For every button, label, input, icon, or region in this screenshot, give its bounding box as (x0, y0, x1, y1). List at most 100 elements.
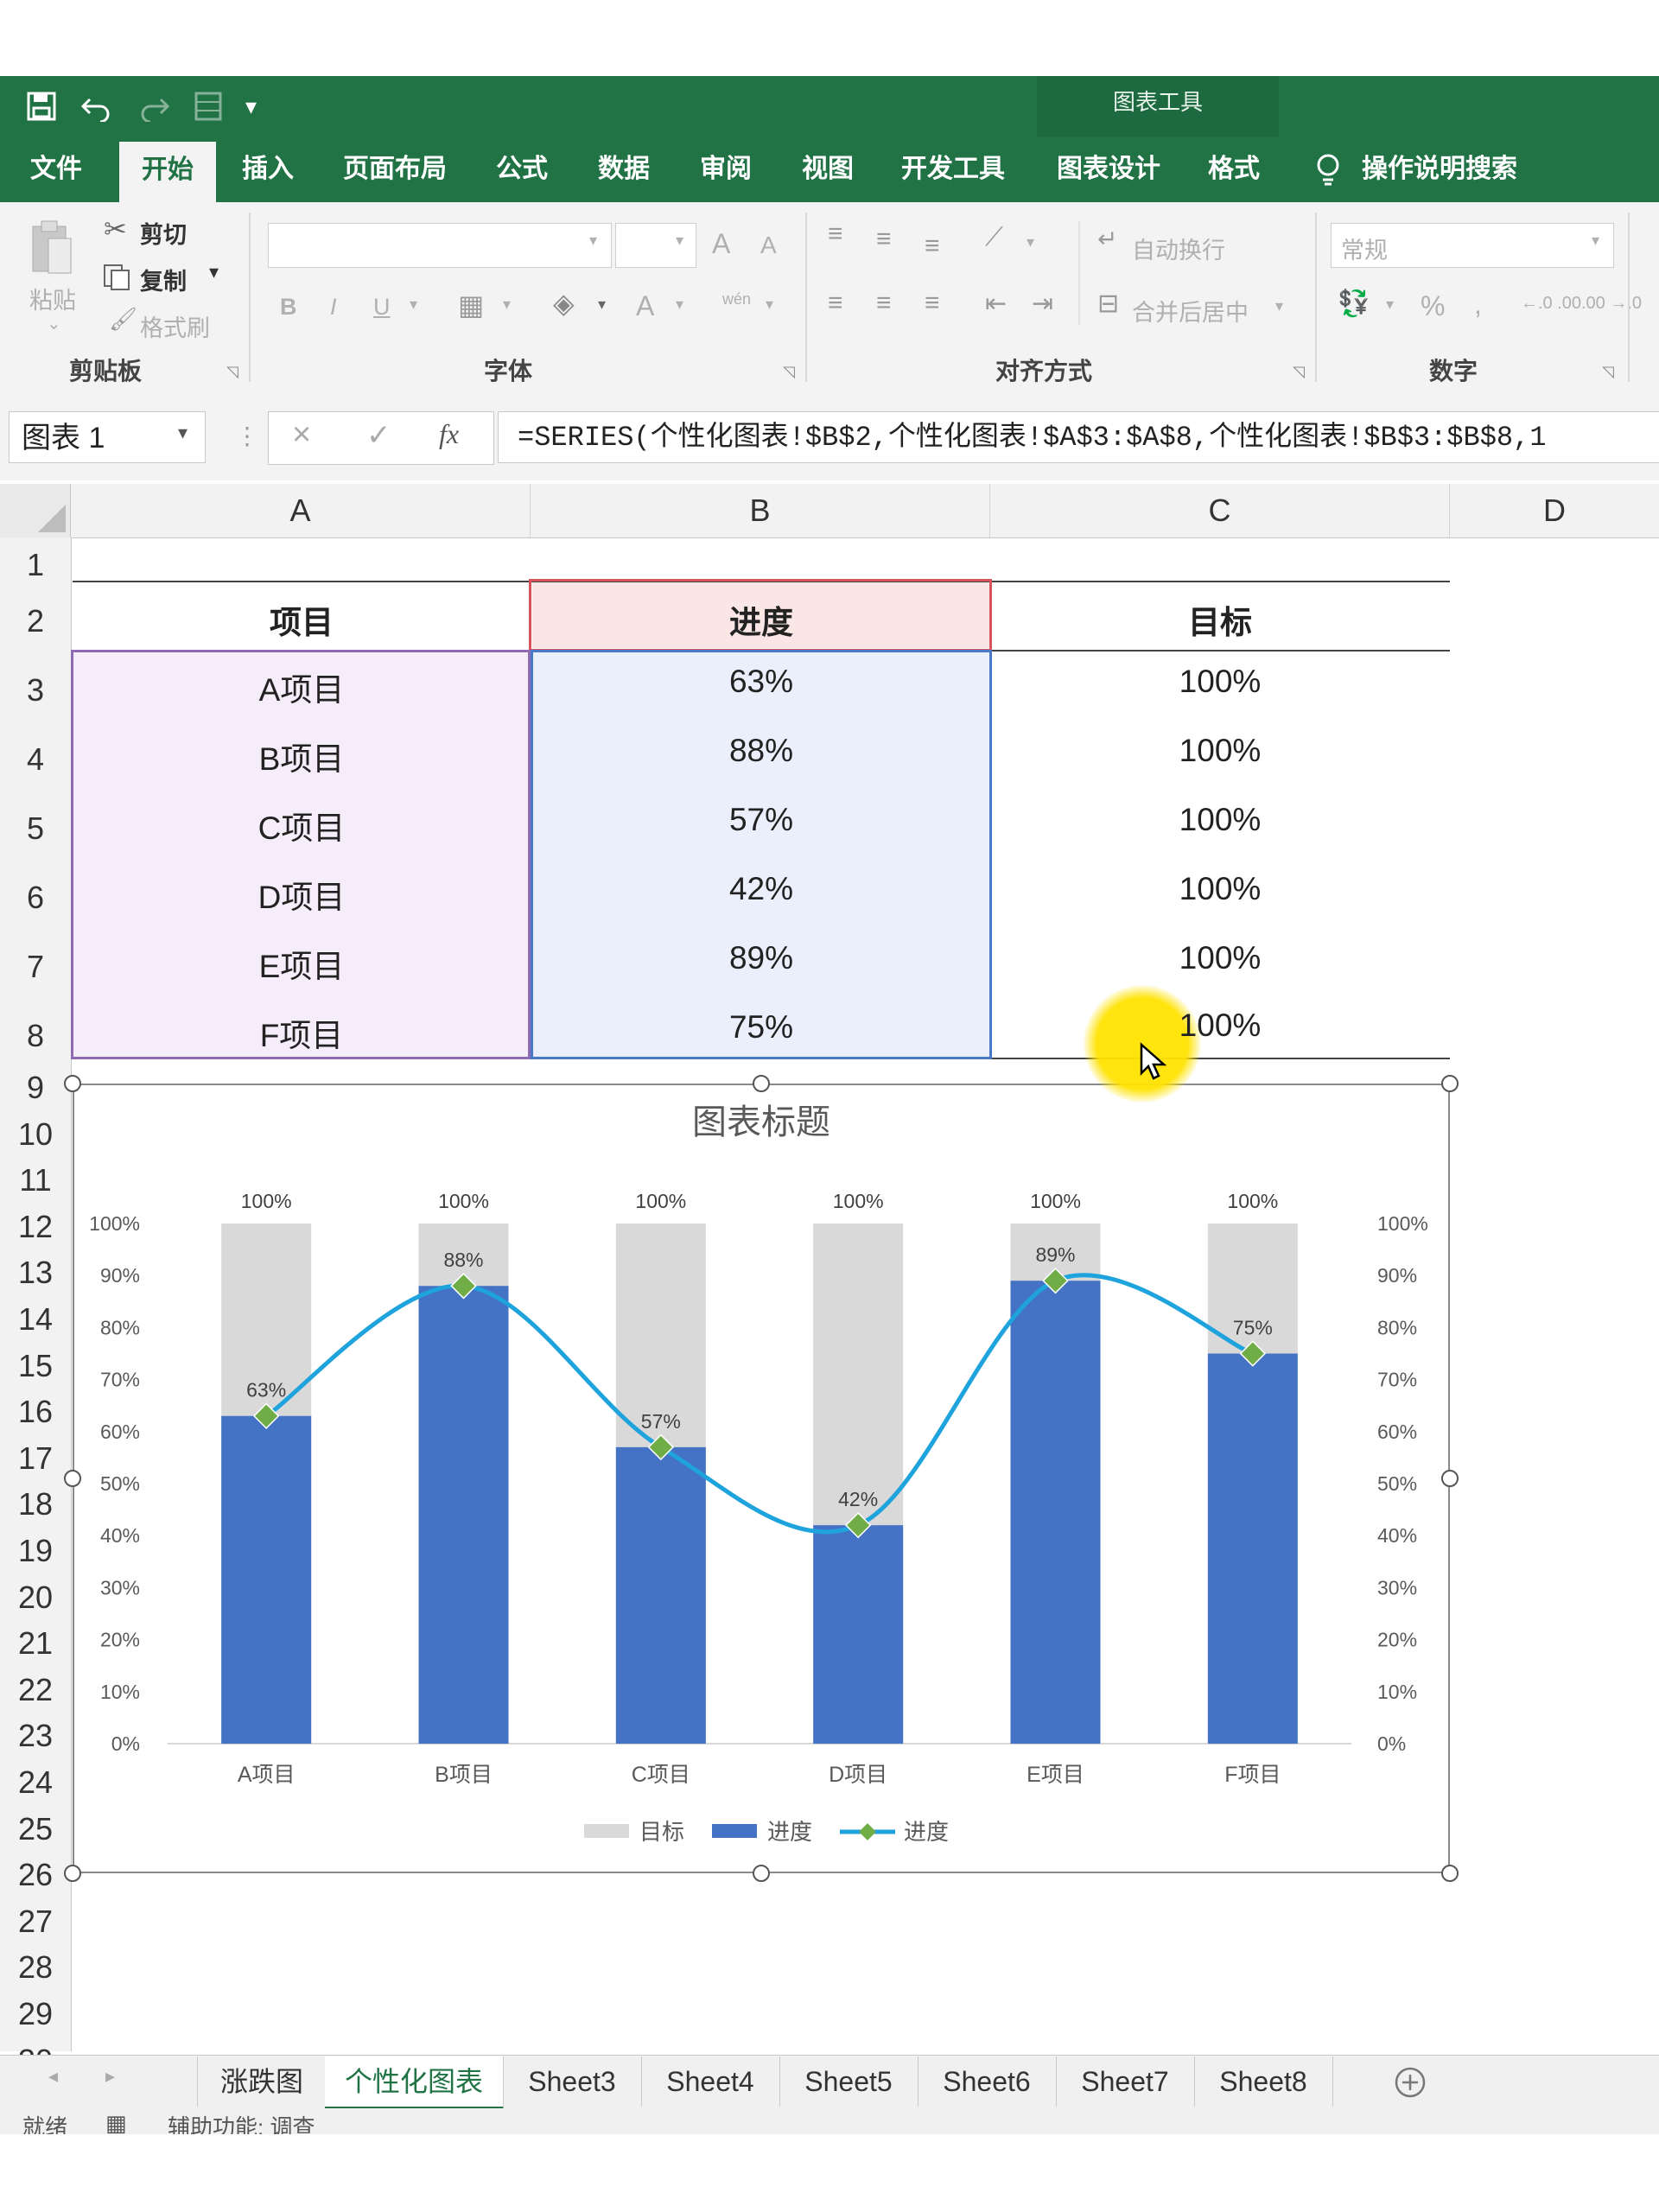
cell-project[interactable]: A项目 (73, 664, 531, 710)
form-icon[interactable] (194, 91, 223, 122)
select-all-button[interactable] (0, 484, 71, 537)
row-header-23[interactable]: 23 (0, 1713, 71, 1759)
secondary-y-axis-tick-label[interactable]: 10% (1377, 1681, 1417, 1703)
sheet-tab-0[interactable]: 涨跌图 (197, 2056, 327, 2107)
phonetic-dropdown-icon[interactable]: ▾ (766, 296, 773, 314)
cell-progress[interactable]: 57% (532, 802, 990, 838)
font-name-input[interactable] (268, 223, 612, 268)
progress-data-label[interactable]: 75% (1233, 1317, 1273, 1339)
column-header-c[interactable]: C (990, 484, 1450, 537)
cell-target[interactable]: 100% (990, 733, 1450, 769)
x-axis-category-label[interactable]: A项目 (238, 1763, 296, 1787)
cell-target[interactable]: 100% (990, 940, 1450, 976)
borders-dropdown-icon[interactable]: ▾ (503, 296, 511, 314)
chart-resize-handle[interactable] (64, 1075, 81, 1092)
tab-home[interactable]: 开始 (119, 142, 216, 207)
y-axis-tick-label[interactable]: 20% (100, 1629, 140, 1651)
progress-bar[interactable] (1010, 1281, 1101, 1744)
tab-file[interactable]: 文件 (17, 137, 95, 202)
tab-chart-design[interactable]: 图表设计 (1046, 137, 1172, 202)
cell-progress[interactable]: 63% (532, 664, 990, 700)
tab-formulas[interactable]: 公式 (480, 137, 563, 202)
font-color-dropdown-icon[interactable]: ▾ (676, 296, 683, 314)
x-axis-category-label[interactable]: C项目 (632, 1763, 690, 1787)
font-color-button[interactable]: A (636, 290, 654, 322)
sheet-tab-6[interactable]: Sheet7 (1056, 2056, 1195, 2107)
header-cell-target[interactable]: 目标 (990, 596, 1450, 643)
row-header-25[interactable]: 25 (0, 1806, 71, 1853)
confirm-icon[interactable]: ✓ (366, 418, 391, 453)
legend-label-progress-bar[interactable]: 进度 (767, 1819, 812, 1845)
cell-target[interactable]: 100% (990, 802, 1450, 838)
row-header-29[interactable]: 29 (0, 1991, 71, 2037)
x-axis-category-label[interactable]: D项目 (829, 1763, 887, 1787)
chart-resize-handle[interactable] (1441, 1470, 1459, 1487)
secondary-y-axis-tick-label[interactable]: 70% (1377, 1369, 1417, 1391)
borders-icon[interactable]: ▦ (458, 289, 484, 321)
align-top-icon[interactable]: ≡ (828, 219, 843, 249)
row-header-4[interactable]: 4 (0, 719, 71, 788)
chart-resize-handle[interactable] (64, 1865, 81, 1882)
progress-bar[interactable] (418, 1286, 509, 1744)
merge-dropdown-icon[interactable]: ▾ (1275, 297, 1283, 315)
cell-progress[interactable]: 89% (532, 940, 990, 976)
progress-data-label[interactable]: 42% (838, 1488, 878, 1510)
tab-data[interactable]: 数据 (582, 137, 665, 202)
legend-label-target[interactable]: 目标 (639, 1819, 684, 1845)
number-format-dropdown-icon[interactable]: ▾ (1592, 232, 1599, 250)
tab-developer[interactable]: 开发工具 (890, 137, 1016, 202)
underline-button[interactable]: U (373, 294, 391, 321)
target-data-label[interactable]: 100% (241, 1190, 292, 1212)
cell-project[interactable]: C项目 (73, 802, 531, 849)
formula-input[interactable]: =SERIES(个性化图表!$B$2,个性化图表!$A$3:$A$8,个性化图表… (498, 411, 1659, 463)
cancel-icon[interactable]: × (292, 416, 311, 454)
fill-color-dropdown-icon[interactable]: ▾ (598, 296, 606, 314)
row-header-6[interactable]: 6 (0, 857, 71, 926)
cell-c8-overlay[interactable]: 100% (990, 1007, 1450, 1044)
italic-button[interactable]: I (330, 294, 337, 321)
secondary-y-axis-tick-label[interactable]: 60% (1377, 1421, 1417, 1443)
secondary-y-axis-tick-label[interactable]: 40% (1377, 1524, 1417, 1547)
percent-button[interactable]: % (1421, 290, 1445, 322)
target-data-label[interactable]: 100% (1227, 1190, 1278, 1212)
insert-function-icon[interactable]: fx (439, 418, 459, 450)
row-header-20[interactable]: 20 (0, 1574, 71, 1621)
progress-bar[interactable] (1207, 1353, 1298, 1745)
header-cell-progress[interactable]: 进度 (532, 596, 990, 643)
row-header-17[interactable]: 17 (0, 1435, 71, 1482)
macro-record-icon[interactable]: ▦ (105, 2110, 127, 2134)
copy-button[interactable]: 复制 (140, 263, 187, 296)
x-axis-category-label[interactable]: E项目 (1027, 1763, 1084, 1787)
row-header-2[interactable]: 2 (0, 581, 71, 650)
underline-dropdown-icon[interactable]: ▾ (410, 296, 417, 314)
cell-progress[interactable]: 75% (532, 1009, 990, 1046)
target-data-label[interactable]: 100% (438, 1190, 489, 1212)
progress-data-label[interactable]: 57% (641, 1410, 681, 1433)
row-header-15[interactable]: 15 (0, 1343, 71, 1389)
align-center-icon[interactable]: ≡ (876, 289, 892, 318)
secondary-y-axis-tick-label[interactable]: 50% (1377, 1472, 1417, 1495)
column-header-d[interactable]: D (1450, 484, 1659, 537)
orientation-dropdown-icon[interactable]: ▾ (1027, 233, 1034, 251)
cell-progress[interactable]: 88% (532, 733, 990, 769)
secondary-y-axis-tick-label[interactable]: 80% (1377, 1316, 1417, 1338)
row-header-1[interactable]: 1 (0, 537, 71, 582)
accessibility-status[interactable]: 辅助功能: 调查 (168, 2110, 315, 2134)
row-header-16[interactable]: 16 (0, 1389, 71, 1435)
accounting-dropdown-icon[interactable]: ▾ (1386, 296, 1394, 314)
secondary-y-axis-tick-label[interactable]: 100% (1377, 1212, 1428, 1235)
chart-svg[interactable]: 图表标题 0% 10% 20% 30% 40% 50% 60% 70% 80% 90% 100% 0% 1… (73, 1084, 1450, 1873)
chart-resize-handle[interactable] (753, 1865, 770, 1882)
row-header-3[interactable]: 3 (0, 650, 71, 719)
cell-project[interactable]: D项目 (73, 871, 531, 918)
decrease-decimal-button[interactable]: .00 →.0 (1581, 294, 1642, 314)
cell-project[interactable]: F项目 (73, 1009, 531, 1056)
copy-dropdown-icon[interactable]: ▾ (209, 261, 219, 283)
row-header-11[interactable]: 11 (0, 1157, 71, 1204)
tab-insert[interactable]: 插入 (226, 137, 309, 202)
target-data-label[interactable]: 100% (635, 1190, 686, 1212)
x-axis-category-label[interactable]: B项目 (435, 1763, 493, 1787)
legend-swatch-target[interactable] (584, 1824, 629, 1838)
clipboard-launcher-icon[interactable]: ◹ (226, 363, 238, 381)
progress-data-label[interactable]: 63% (246, 1379, 286, 1402)
